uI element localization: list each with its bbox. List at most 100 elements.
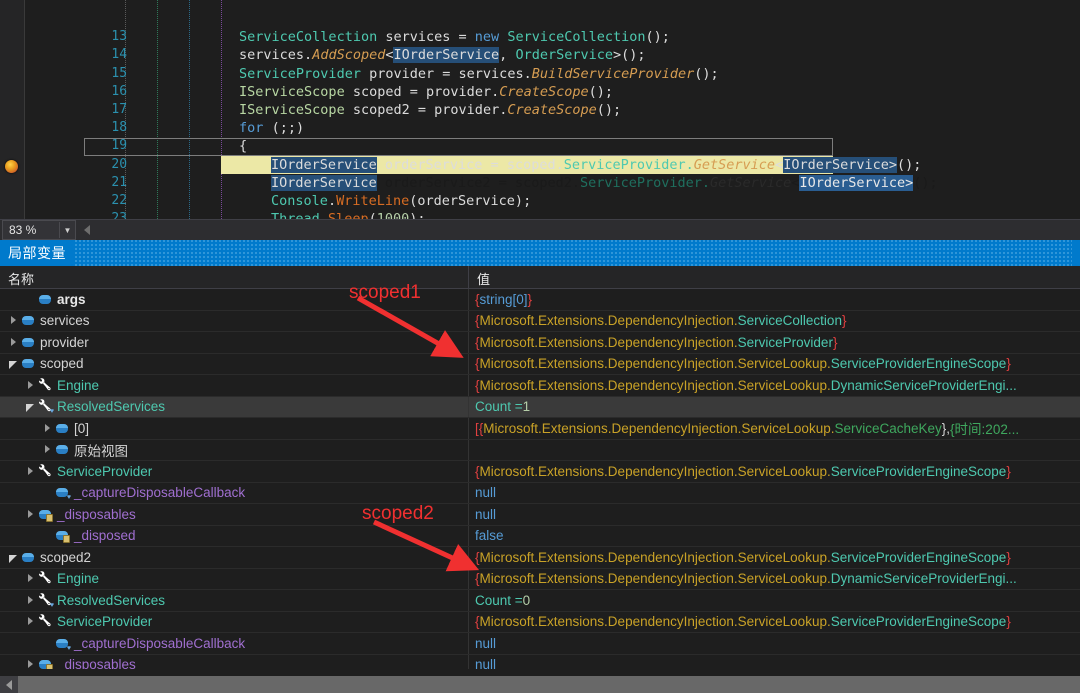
locals-row-value-cell[interactable]: Count = 1 xyxy=(469,397,1080,418)
locals-row-value-cell[interactable]: {Microsoft.Extensions.DependencyInjectio… xyxy=(469,569,1080,590)
locals-value-token: Microsoft.Extensions.DependencyInjection… xyxy=(480,335,738,350)
collapse-arrow-icon[interactable] xyxy=(25,401,36,412)
chevron-down-icon[interactable]: ▼ xyxy=(59,222,75,238)
locals-row[interactable]: scoped2{Microsoft.Extensions.DependencyI… xyxy=(0,547,1080,569)
locals-row[interactable]: _disposablesnull xyxy=(0,504,1080,526)
locals-value-token: ServiceProvider xyxy=(738,335,833,350)
code-line: 17IServiceScope scoped2 = provider.Creat… xyxy=(24,83,1080,101)
locals-row-name-cell[interactable]: [0] xyxy=(0,418,469,439)
locals-row[interactable]: ♥_captureDisposableCallbacknull xyxy=(0,633,1080,655)
collapse-arrow-icon[interactable] xyxy=(8,552,19,563)
locals-row-value-cell[interactable]: false xyxy=(469,526,1080,547)
scroll-left-arrow-icon[interactable] xyxy=(84,225,90,235)
breakpoint-icon[interactable] xyxy=(5,160,18,173)
locals-row-name-cell[interactable]: args xyxy=(0,289,469,310)
expand-arrow-icon[interactable] xyxy=(25,466,36,477)
column-header-name[interactable]: 名称 xyxy=(8,269,34,288)
locals-value-token: ServiceProviderEngineScope xyxy=(831,614,1007,629)
expand-arrow-icon[interactable] xyxy=(42,423,53,434)
locals-row[interactable]: 🔧Engine{Microsoft.Extensions.DependencyI… xyxy=(0,375,1080,397)
locals-row-name-cell[interactable]: provider xyxy=(0,332,469,353)
zoom-level-combobox[interactable]: 83 % ▼ xyxy=(2,220,76,240)
column-divider[interactable] xyxy=(468,266,469,288)
locals-row[interactable]: 🔧ServiceProvider{Microsoft.Extensions.De… xyxy=(0,612,1080,634)
locals-value-token: ServiceProviderEngineScope xyxy=(831,356,1007,371)
locals-row[interactable]: ♥_captureDisposableCallbacknull xyxy=(0,483,1080,505)
locals-row-value-cell[interactable]: {Microsoft.Extensions.DependencyInjectio… xyxy=(469,612,1080,633)
locals-row-name-cell[interactable]: ♥_captureDisposableCallback xyxy=(0,483,469,504)
locals-value-token: Microsoft.Extensions.DependencyInjection… xyxy=(480,571,831,586)
locals-value-token: Microsoft.Extensions.DependencyInjection… xyxy=(480,356,831,371)
locals-value-token: Count = xyxy=(475,399,523,414)
locals-row[interactable]: provider{Microsoft.Extensions.Dependency… xyxy=(0,332,1080,354)
expand-arrow-icon[interactable] xyxy=(25,659,36,669)
locals-row-value-cell[interactable]: Count = 0 xyxy=(469,590,1080,611)
locals-row-name-cell[interactable]: 🔧Engine xyxy=(0,375,469,396)
locals-row-value-cell[interactable]: {Microsoft.Extensions.DependencyInjectio… xyxy=(469,375,1080,396)
locals-row[interactable]: args{string[0]} xyxy=(0,289,1080,311)
locals-row-value-cell[interactable] xyxy=(469,440,1080,461)
locals-row-name-cell[interactable]: services xyxy=(0,311,469,332)
expand-arrow-icon[interactable] xyxy=(25,380,36,391)
locals-grid[interactable]: args{string[0]}services{Microsoft.Extens… xyxy=(0,289,1080,669)
locals-value-token: false xyxy=(475,528,504,543)
scroll-left-arrow-icon[interactable] xyxy=(6,680,12,690)
locals-row[interactable]: 🔧♥ResolvedServicesCount = 0 xyxy=(0,590,1080,612)
locals-row-name-cell[interactable]: scoped xyxy=(0,354,469,375)
locals-row-name-cell[interactable]: 🔧ServiceProvider xyxy=(0,461,469,482)
locals-row-name-cell[interactable]: 🔧♥ResolvedServices xyxy=(0,590,469,611)
locals-row[interactable]: 🔧Engine{Microsoft.Extensions.DependencyI… xyxy=(0,569,1080,591)
breakpoint-gutter[interactable] xyxy=(0,0,25,219)
locals-row-name-cell[interactable]: _disposables xyxy=(0,655,469,670)
locals-row-name-cell[interactable]: 原始视图 xyxy=(0,440,469,461)
locals-value-token: } xyxy=(1006,356,1011,371)
locals-variable-name: [0] xyxy=(74,421,89,436)
locals-row-name-cell[interactable]: ♥_captureDisposableCallback xyxy=(0,633,469,654)
locals-row[interactable]: 原始视图 xyxy=(0,440,1080,462)
locals-row-value-cell[interactable]: {Microsoft.Extensions.DependencyInjectio… xyxy=(469,461,1080,482)
expand-arrow-icon[interactable] xyxy=(8,337,19,348)
locals-row-name-cell[interactable]: 🔧ServiceProvider xyxy=(0,612,469,633)
collapse-arrow-icon[interactable] xyxy=(8,358,19,369)
locals-row-value-cell[interactable]: {Microsoft.Extensions.DependencyInjectio… xyxy=(469,354,1080,375)
field-cube-icon xyxy=(21,335,36,350)
locals-row[interactable]: _disposablesnull xyxy=(0,655,1080,670)
locals-row-name-cell[interactable]: 🔧♥ResolvedServices xyxy=(0,397,469,418)
code-line: 18for (;;) xyxy=(24,101,1080,119)
code-line: 13ServiceCollection services = new Servi… xyxy=(24,10,1080,28)
column-header-value[interactable]: 值 xyxy=(477,269,490,288)
locals-horizontal-scrollbar[interactable] xyxy=(0,676,1080,693)
code-text[interactable]: 12{ 13ServiceCollection services = new S… xyxy=(24,0,1080,219)
locals-row[interactable]: scoped{Microsoft.Extensions.DependencyIn… xyxy=(0,354,1080,376)
scrollbar-thumb[interactable] xyxy=(18,676,1080,693)
locals-row-value-cell[interactable]: {Microsoft.Extensions.DependencyInjectio… xyxy=(469,311,1080,332)
locals-row-value-cell[interactable]: null xyxy=(469,504,1080,525)
expand-arrow-icon[interactable] xyxy=(8,315,19,326)
locals-row-value-cell[interactable]: {Microsoft.Extensions.DependencyInjectio… xyxy=(469,332,1080,353)
expand-arrow-icon[interactable] xyxy=(25,573,36,584)
locals-panel-titlebar[interactable]: 局部变量 xyxy=(0,240,1080,266)
locals-row[interactable]: _disposed false xyxy=(0,526,1080,548)
locals-row[interactable]: 🔧ServiceProvider{Microsoft.Extensions.De… xyxy=(0,461,1080,483)
locals-row-name-cell[interactable]: _disposed xyxy=(0,526,469,547)
locals-row[interactable]: [0] [{Microsoft.Extensions.DependencyInje… xyxy=(0,418,1080,440)
locals-row-value-cell[interactable]: null xyxy=(469,633,1080,654)
locals-row-value-cell[interactable]: {string[0]} xyxy=(469,289,1080,310)
locals-row-name-cell[interactable]: 🔧Engine xyxy=(0,569,469,590)
locals-row[interactable]: 🔧♥ResolvedServicesCount = 1 xyxy=(0,397,1080,419)
locals-row-value-cell[interactable]: null xyxy=(469,655,1080,670)
tree-spacer xyxy=(42,638,53,649)
expand-arrow-icon[interactable] xyxy=(25,509,36,520)
code-editor[interactable]: 12{ 13ServiceCollection services = new S… xyxy=(0,0,1080,219)
expand-arrow-icon[interactable] xyxy=(25,595,36,606)
locals-row-value-cell[interactable]: {Microsoft.Extensions.DependencyInjectio… xyxy=(469,547,1080,568)
locals-row-name-cell[interactable]: _disposables xyxy=(0,504,469,525)
expand-arrow-icon[interactable] xyxy=(42,444,53,455)
locals-row[interactable]: services{Microsoft.Extensions.Dependency… xyxy=(0,311,1080,333)
locals-panel-title: 局部变量 xyxy=(0,243,66,263)
expand-arrow-icon[interactable] xyxy=(25,616,36,627)
locals-row-value-cell[interactable]: [{Microsoft.Extensions.DependencyInjecti… xyxy=(469,418,1080,439)
locals-row-name-cell[interactable]: scoped2 xyxy=(0,547,469,568)
code-line: 24} xyxy=(24,210,1080,218)
locals-row-value-cell[interactable]: null xyxy=(469,483,1080,504)
